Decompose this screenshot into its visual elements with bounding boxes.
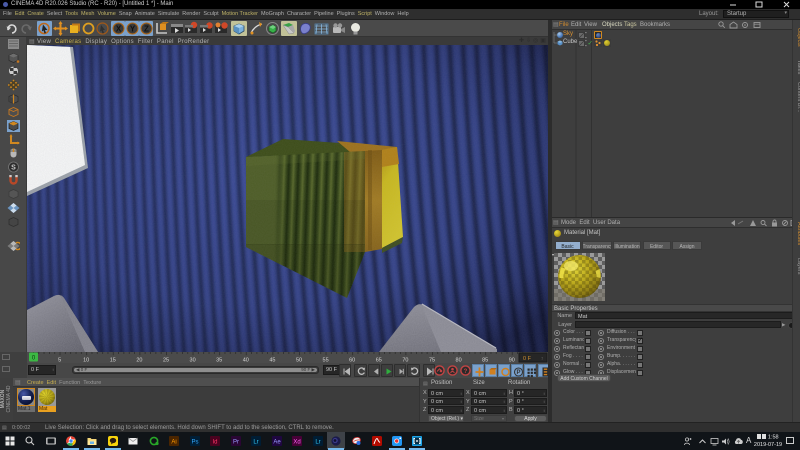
svg-text:Ae: Ae	[273, 439, 281, 445]
svg-text:Takes: Takes	[796, 60, 800, 75]
svg-text:Ai: Ai	[171, 439, 176, 445]
svg-text:Lr: Lr	[253, 439, 258, 445]
svg-text:Y: Y	[130, 25, 136, 34]
svg-text:Ps: Ps	[191, 439, 198, 445]
svg-text:Content Br...: Content Br...	[796, 82, 800, 113]
svg-text:Lr: Lr	[315, 439, 320, 445]
svg-text:Z: Z	[144, 25, 149, 34]
svg-text:P: P	[516, 370, 520, 376]
svg-text:Xd: Xd	[293, 439, 300, 445]
svg-text:↕: ↕	[541, 356, 543, 361]
svg-text:Layers: Layers	[796, 258, 800, 275]
svg-text:?: ?	[464, 369, 468, 375]
svg-text:Objects: Objects	[796, 28, 800, 47]
svg-text:Pr: Pr	[233, 439, 239, 445]
svg-text:S: S	[11, 165, 16, 172]
svg-text:Attributes: Attributes	[796, 222, 800, 245]
svg-text:Id: Id	[212, 439, 217, 445]
svg-text:X: X	[116, 25, 122, 34]
svg-text:0 F: 0 F	[523, 356, 532, 362]
